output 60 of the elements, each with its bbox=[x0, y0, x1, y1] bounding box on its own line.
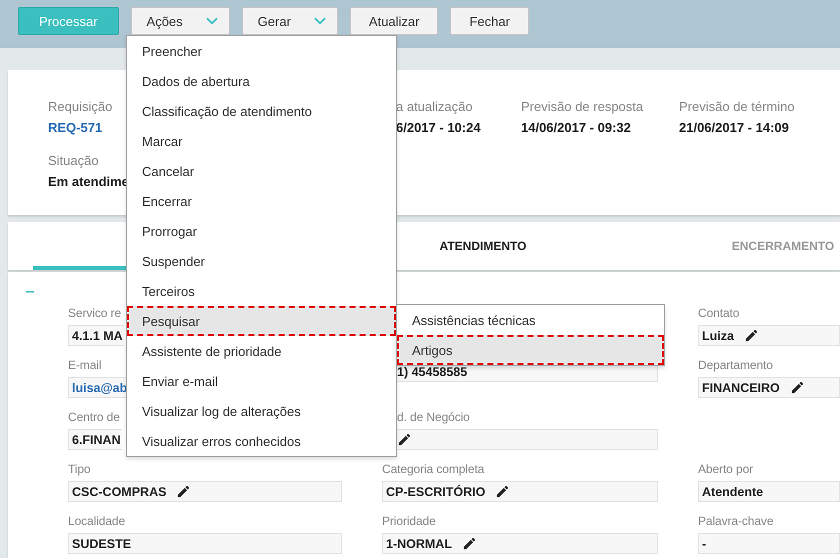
summary-label: Requisição bbox=[48, 99, 112, 115]
request-link[interactable]: REQ-571 bbox=[48, 120, 102, 136]
pencil-icon[interactable] bbox=[397, 432, 412, 447]
input-field[interactable]: - bbox=[698, 533, 840, 554]
menu-item[interactable]: Encerrar bbox=[127, 186, 396, 216]
input-field[interactable] bbox=[397, 429, 658, 450]
dropdown-button[interactable]: Ações bbox=[130, 7, 230, 35]
summary-label: a atualização bbox=[396, 99, 473, 115]
field-label: Categoria completa bbox=[382, 461, 484, 477]
summary-value: 14/06/2017 - 09:32 bbox=[521, 120, 631, 136]
input-field[interactable]: FINANCEIRO bbox=[698, 377, 840, 398]
field-label: Departamento bbox=[698, 357, 773, 373]
input-field[interactable]: luisa@ab bbox=[68, 377, 128, 398]
menu-item[interactable]: Visualizar erros conhecidos bbox=[127, 426, 396, 456]
input-field[interactable]: Luiza bbox=[698, 325, 840, 346]
input-field[interactable]: 1-NORMAL bbox=[382, 533, 658, 554]
pencil-icon[interactable] bbox=[790, 380, 805, 395]
input-field[interactable]: Atendente bbox=[698, 481, 840, 502]
menu-item[interactable]: Assistente de prioridade bbox=[127, 336, 396, 366]
summary-value: 21/06/2017 - 14:09 bbox=[679, 120, 789, 136]
input-field[interactable]: CSC-COMPRAS bbox=[68, 481, 342, 502]
pencil-icon[interactable] bbox=[462, 536, 477, 551]
field-label: Localidade bbox=[68, 513, 126, 529]
input-field[interactable]: SUDESTE bbox=[68, 533, 342, 554]
summary-value: 6/2017 - 10:24 bbox=[396, 120, 481, 136]
field-label: Tipo bbox=[68, 461, 90, 477]
menu-item[interactable]: Prorrogar bbox=[127, 216, 396, 246]
field-label: Contato bbox=[698, 305, 740, 321]
pencil-icon[interactable] bbox=[176, 484, 192, 499]
summary-label: Situação bbox=[48, 153, 99, 169]
summary-label: Previsão de resposta bbox=[521, 99, 644, 115]
summary-value: Em atendime bbox=[48, 174, 129, 190]
field-label: Prioridade bbox=[382, 513, 436, 529]
menu-item[interactable]: Classificação de atendimento bbox=[127, 96, 396, 126]
menu-item[interactable]: Marcar bbox=[127, 126, 396, 156]
menu-item[interactable]: Preencher bbox=[127, 36, 396, 66]
toolbar-button[interactable]: Fechar bbox=[450, 7, 529, 35]
field-label: Centro de bbox=[68, 409, 120, 425]
summary-label: Previsão de término bbox=[679, 99, 795, 115]
menu-item[interactable]: Dados de abertura bbox=[127, 66, 396, 96]
menu-item[interactable]: Terceiros bbox=[127, 276, 396, 306]
input-field[interactable]: 6.FINAN bbox=[68, 429, 122, 450]
menu-item[interactable]: Cancelar bbox=[127, 156, 396, 186]
menu-item[interactable]: Enviar e-mail bbox=[127, 366, 396, 396]
menu-item[interactable]: Visualizar log de alterações bbox=[127, 396, 396, 426]
menu-item[interactable]: Suspender bbox=[127, 246, 396, 276]
menu-item[interactable]: Pesquisar bbox=[127, 306, 396, 336]
menu-item[interactable]: Artigos bbox=[397, 335, 664, 365]
input-field[interactable]: 4.1.1 MA bbox=[68, 325, 124, 346]
field-label: Palavra-chave bbox=[698, 513, 774, 529]
field-label: d. de Negócio bbox=[397, 409, 470, 425]
pencil-icon[interactable] bbox=[495, 484, 510, 499]
field-label: E-mail bbox=[68, 357, 102, 373]
pencil-icon[interactable] bbox=[744, 328, 759, 343]
field-label: Servico re bbox=[68, 305, 122, 321]
input-field[interactable]: CP-ESCRITÓRIO bbox=[382, 481, 658, 502]
field-label: Aberto por bbox=[698, 461, 754, 477]
menu-item[interactable]: Assistências técnicas bbox=[397, 305, 664, 335]
toolbar-button[interactable]: Atualizar bbox=[350, 7, 438, 35]
dropdown-button[interactable]: Gerar bbox=[242, 7, 338, 35]
